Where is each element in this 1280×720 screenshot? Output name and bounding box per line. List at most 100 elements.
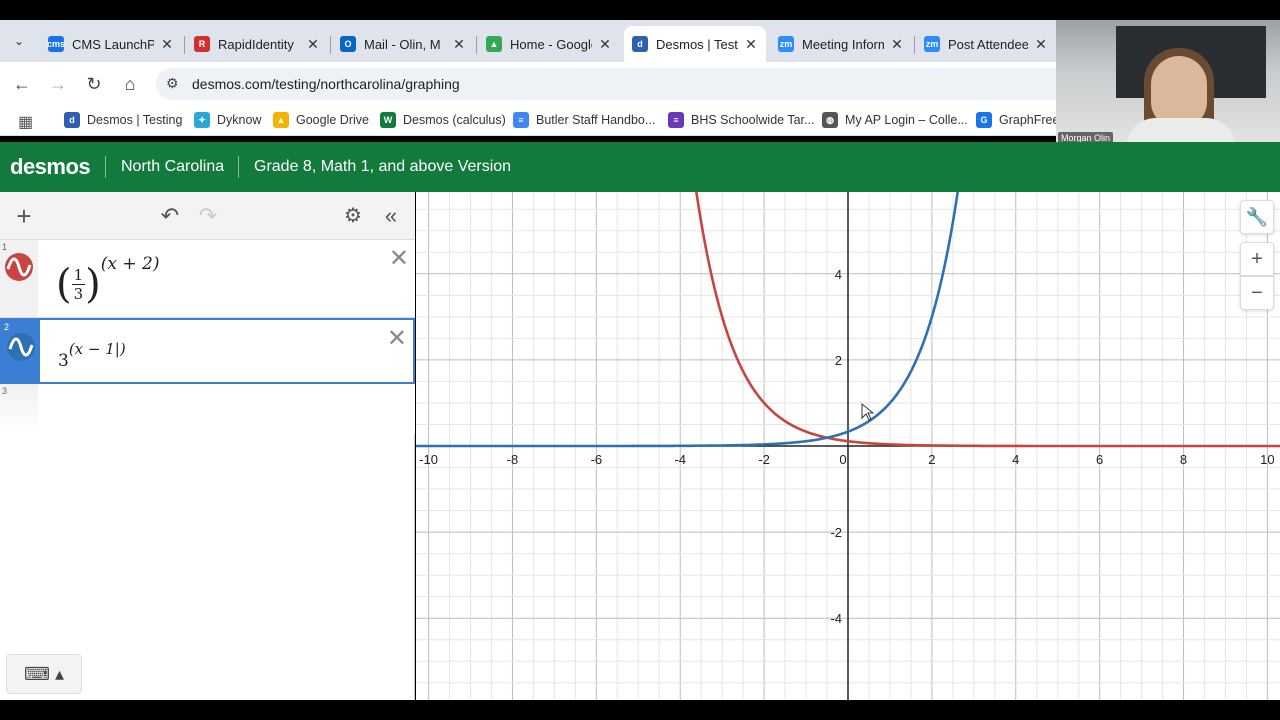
zoom-out-minus-icon[interactable]: − xyxy=(1240,276,1274,310)
back-arrow-icon[interactable]: ← xyxy=(10,72,34,96)
y-tick-label: -2 xyxy=(830,525,842,540)
bookmark-item[interactable]: ▲ Google Drive xyxy=(273,112,369,128)
delete-expression-x-icon[interactable]: ✕ xyxy=(387,324,407,353)
tab-title: RapidIdentity xyxy=(218,36,294,52)
tab-close-icon[interactable]: ✕ xyxy=(1034,36,1048,53)
base-denominator: 3 xyxy=(73,285,84,303)
expression-math-2[interactable]: 3(x − 1|) xyxy=(58,340,126,371)
tab-close-icon[interactable]: ✕ xyxy=(890,36,904,53)
desmos-header: desmos North Carolina Grade 8, Math 1, a… xyxy=(0,142,1280,192)
bookmark-label: Dyknow xyxy=(217,113,262,127)
graph-color-wave-icon[interactable] xyxy=(6,332,36,362)
google-docs-icon: ≡ xyxy=(513,112,529,128)
graph-canvas[interactable]: -10 -8 -6 -4 -2 0 2 4 6 8 10 4 2 -2 -4 xyxy=(416,192,1280,700)
webcam-feed: Morgan Olin xyxy=(1056,20,1280,146)
browser-tab[interactable]: ▲ Home - Google ✕ xyxy=(478,26,620,62)
tab-close-icon[interactable]: ✕ xyxy=(598,36,612,53)
x-tick-label: -2 xyxy=(758,452,770,467)
tab-title: Post Attendee xyxy=(948,36,1028,52)
browser-tab[interactable]: cms CMS LaunchPad ✕ xyxy=(40,26,182,62)
globe-icon: ◍ xyxy=(822,112,838,128)
bookmark-label: Desmos | Testing xyxy=(87,113,183,127)
state-label: North Carolina xyxy=(121,158,225,175)
graph-color-wave-icon[interactable] xyxy=(4,252,34,282)
keyboard-toggle-button[interactable]: ⌨ ▴ xyxy=(6,654,82,694)
base-numerator: 1 xyxy=(71,266,86,285)
expression-row-1[interactable]: 1 (1 3)(x + 2) ✕ xyxy=(0,240,415,318)
dyknow-icon: ✦ xyxy=(194,112,210,128)
bottom-letterbox xyxy=(0,700,1280,720)
bookmark-item[interactable]: ◍ My AP Login – Colle... xyxy=(822,112,968,128)
bookmark-label: BHS Schoolwide Tar... xyxy=(691,113,815,127)
bookmark-item[interactable]: ≡ Butler Staff Handbo... xyxy=(513,112,655,128)
expression-math-1[interactable]: (1 3)(x + 2) xyxy=(56,254,160,308)
tab-separator xyxy=(184,36,185,54)
x-tick-label: -8 xyxy=(507,452,519,467)
site-settings-icon[interactable]: ⚙ xyxy=(166,75,179,92)
tab-separator xyxy=(476,36,477,54)
tab-close-icon[interactable]: ✕ xyxy=(306,36,320,53)
zoom-icon: zm xyxy=(924,36,940,52)
y-tick-label: -4 xyxy=(830,611,842,626)
expression-number: 2 xyxy=(4,322,10,332)
y-tick-label: 2 xyxy=(835,353,842,368)
x-tick-label: 8 xyxy=(1180,452,1187,467)
browser-tab[interactable]: zm Meeting Inform ✕ xyxy=(770,26,912,62)
address-bar[interactable]: ⚙ desmos.com/testing/northcarolina/graph… xyxy=(156,68,1056,100)
tab-title: Meeting Inform xyxy=(802,36,884,52)
undo-icon[interactable]: ↶ xyxy=(156,202,184,230)
bookmark-item[interactable]: G GraphFree: xyxy=(976,112,1063,128)
tab-title: CMS LaunchPad xyxy=(72,36,154,52)
x-tick-label: 4 xyxy=(1012,452,1019,467)
google-forms-icon: ≡ xyxy=(668,112,684,128)
browser-tab[interactable]: zm Post Attendee ✕ xyxy=(916,26,1056,62)
browser-tab[interactable]: R RapidIdentity ✕ xyxy=(186,26,328,62)
bookmark-item[interactable]: ✦ Dyknow xyxy=(194,112,261,128)
bookmark-label: Butler Staff Handbo... xyxy=(536,113,656,127)
collapse-panel-icon[interactable]: « xyxy=(377,202,405,230)
tab-search-chevron-icon[interactable]: ⌄ xyxy=(8,30,30,52)
tab-close-icon[interactable]: ✕ xyxy=(744,36,758,53)
forward-arrow-icon[interactable]: → xyxy=(46,72,70,96)
bookmark-item[interactable]: ≡ BHS Schoolwide Tar... xyxy=(668,112,814,128)
reload-icon[interactable]: ↻ xyxy=(82,72,106,96)
expression-number: 3 xyxy=(2,386,8,396)
tab-separator xyxy=(330,36,331,54)
mouse-cursor-icon xyxy=(861,402,875,421)
apps-grid-icon[interactable]: ▦ xyxy=(18,112,33,132)
settings-gear-icon[interactable]: ⚙ xyxy=(339,202,367,230)
x-tick-label: -10 xyxy=(419,452,438,467)
add-expression-plus-icon[interactable]: + xyxy=(10,202,38,230)
home-icon[interactable]: ⌂ xyxy=(118,72,142,96)
expression-row-2[interactable]: 2 3(x − 1|) ✕ xyxy=(0,318,415,384)
screen: ⌄ cms CMS LaunchPad ✕ R RapidIdentity ✕ O Mail … xyxy=(0,0,1280,720)
desmos-logo[interactable]: desmos xyxy=(10,154,91,180)
base: 3 xyxy=(58,351,69,371)
x-tick-label: 6 xyxy=(1096,452,1103,467)
expression-row-3[interactable]: 3 xyxy=(0,384,415,434)
bookmarks-bar: ▦ d Desmos | Testing ✦ Dyknow ▲ Google Drive W… xyxy=(0,106,1063,136)
bookmark-label: GraphFree: xyxy=(999,113,1063,127)
browser-toolbar: ← → ↻ ⌂ ⚙ desmos.com/testing/northcaroli… xyxy=(0,62,1056,106)
tab-title: Mail - Olin, M xyxy=(364,36,441,52)
redo-icon[interactable]: ↷ xyxy=(194,202,222,230)
address-url[interactable]: desmos.com/testing/northcarolina/graphin… xyxy=(192,76,460,92)
tab-title: Home - Google xyxy=(510,36,592,52)
bookmark-item[interactable]: d Desmos | Testing xyxy=(64,112,182,128)
browser-tab[interactable]: d Desmos | Testing ✕ xyxy=(624,26,766,62)
zoom-in-plus-icon[interactable]: + xyxy=(1240,242,1274,276)
desmos-calculus-icon: W xyxy=(380,112,396,128)
wrench-settings-icon[interactable]: 🔧 xyxy=(1240,200,1274,234)
expression-number: 1 xyxy=(2,242,8,252)
expression-gutter: 2 xyxy=(2,320,40,382)
tab-close-icon[interactable]: ✕ xyxy=(452,36,466,53)
graph-paper[interactable]: -10 -8 -6 -4 -2 0 2 4 6 8 10 4 2 -2 -4 🔧 + − xyxy=(416,192,1280,700)
delete-expression-x-icon[interactable]: ✕ xyxy=(389,244,409,273)
tab-title: Desmos | Testing xyxy=(656,36,738,52)
google-drive-icon: ▲ xyxy=(486,36,502,52)
bookmark-item[interactable]: W Desmos (calculus) xyxy=(380,112,506,128)
bookmark-label: Google Drive xyxy=(296,113,369,127)
tab-close-icon[interactable]: ✕ xyxy=(160,36,174,53)
browser-tab[interactable]: O Mail - Olin, M ✕ xyxy=(332,26,474,62)
graphfree-icon: G xyxy=(976,112,992,128)
